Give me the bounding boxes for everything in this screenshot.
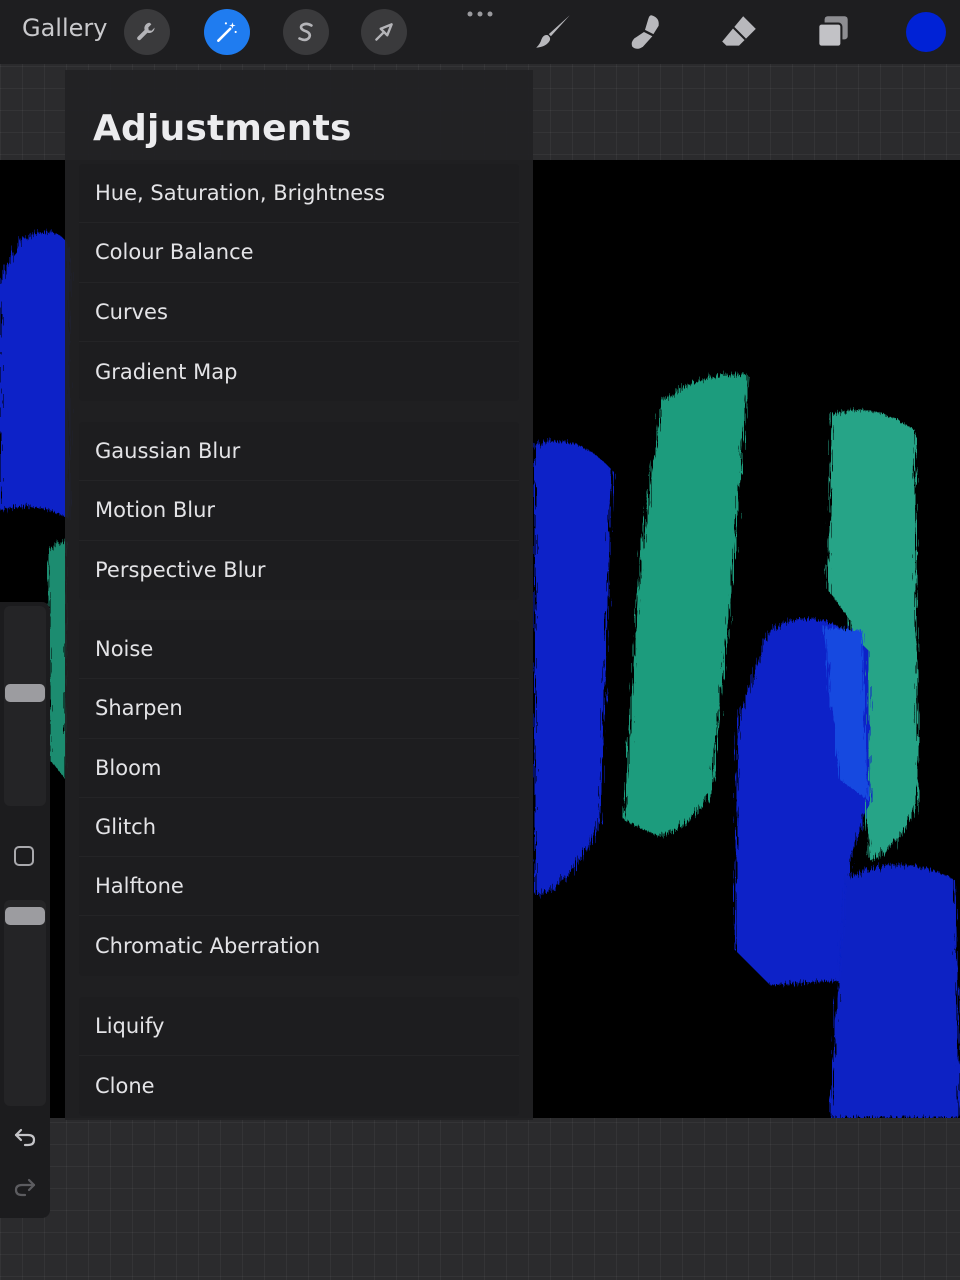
smudge-icon bbox=[631, 15, 659, 49]
green-stroke-left bbox=[48, 540, 66, 780]
blue-stroke-middle bbox=[535, 440, 612, 895]
menu-item-perspective-blur[interactable]: Perspective Blur bbox=[79, 541, 519, 600]
modify-button[interactable] bbox=[14, 846, 34, 866]
gallery-button[interactable]: Gallery bbox=[22, 14, 107, 42]
menu-item-clone[interactable]: Clone bbox=[79, 1056, 519, 1115]
wrench-icon bbox=[137, 22, 155, 41]
green-stroke-1 bbox=[624, 374, 748, 836]
adjustments-group-effects: Noise Sharpen Bloom Glitch Halftone Chro… bbox=[79, 620, 519, 976]
brush-button[interactable] bbox=[530, 10, 576, 54]
procreate-app: Gallery Adjustments Hue, Saturation, Bri… bbox=[0, 0, 960, 1280]
arrow-cursor-icon bbox=[375, 23, 393, 41]
menu-item-curves[interactable]: Curves bbox=[79, 283, 519, 342]
menu-item-sharpen[interactable]: Sharpen bbox=[79, 679, 519, 738]
brush-size-thumb[interactable] bbox=[5, 684, 45, 702]
menu-item-motion-blur[interactable]: Motion Blur bbox=[79, 481, 519, 540]
blue-stroke-corner bbox=[830, 865, 960, 1118]
selection-s-icon bbox=[298, 22, 313, 42]
adjustments-panel: Adjustments Hue, Saturation, Brightness … bbox=[65, 70, 533, 1120]
adjustments-title: Adjustments bbox=[93, 108, 352, 149]
menu-item-bloom[interactable]: Bloom bbox=[79, 739, 519, 798]
menu-item-gaussian-blur[interactable]: Gaussian Blur bbox=[79, 422, 519, 481]
menu-item-colour-balance[interactable]: Colour Balance bbox=[79, 223, 519, 282]
redo-icon[interactable] bbox=[13, 1176, 37, 1198]
adjustments-button[interactable] bbox=[204, 9, 250, 55]
actions-button[interactable] bbox=[124, 9, 170, 55]
color-picker-button[interactable] bbox=[906, 12, 946, 52]
magic-wand-icon bbox=[217, 22, 237, 42]
opacity-slider[interactable] bbox=[4, 900, 46, 1106]
eraser-button[interactable] bbox=[716, 10, 762, 54]
menu-item-glitch[interactable]: Glitch bbox=[79, 798, 519, 857]
eraser-icon bbox=[722, 16, 756, 46]
brush-icon bbox=[536, 15, 570, 48]
menu-item-gradient-map[interactable]: Gradient Map bbox=[79, 342, 519, 401]
adjustments-group-distort: Liquify Clone bbox=[79, 997, 519, 1116]
smudge-button[interactable] bbox=[622, 10, 668, 54]
adjustments-group-color: Hue, Saturation, Brightness Colour Balan… bbox=[79, 164, 519, 402]
menu-item-halftone[interactable]: Halftone bbox=[79, 857, 519, 916]
brush-size-slider[interactable] bbox=[4, 606, 46, 806]
transform-button[interactable] bbox=[361, 9, 407, 55]
blue-stroke-left bbox=[0, 232, 70, 520]
menu-item-liquify[interactable]: Liquify bbox=[79, 997, 519, 1056]
selection-button[interactable] bbox=[283, 9, 329, 55]
more-options-icon[interactable] bbox=[466, 8, 494, 20]
undo-icon[interactable] bbox=[13, 1126, 37, 1148]
layers-icon bbox=[817, 16, 848, 48]
adjustments-group-blur: Gaussian Blur Motion Blur Perspective Bl… bbox=[79, 422, 519, 600]
menu-item-hue-saturation-brightness[interactable]: Hue, Saturation, Brightness bbox=[79, 164, 519, 223]
layers-button[interactable] bbox=[810, 10, 856, 54]
top-toolbar: Gallery bbox=[0, 0, 960, 64]
left-sidebar bbox=[0, 602, 50, 1218]
menu-item-chromatic-aberration[interactable]: Chromatic Aberration bbox=[79, 916, 519, 975]
menu-item-noise[interactable]: Noise bbox=[79, 620, 519, 679]
opacity-thumb[interactable] bbox=[5, 907, 45, 925]
